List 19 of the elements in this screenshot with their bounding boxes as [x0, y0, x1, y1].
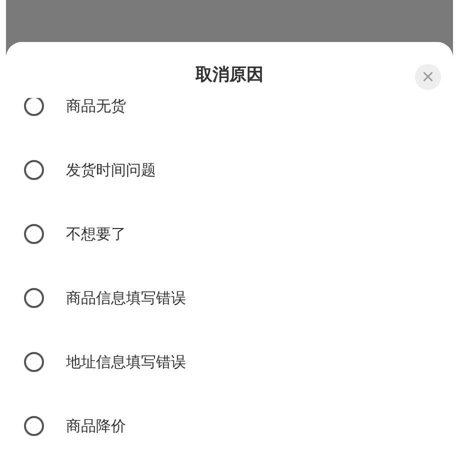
radio-button[interactable]	[24, 160, 44, 180]
reason-option[interactable]: 不想要了	[6, 202, 453, 266]
reason-label: 商品无货	[66, 96, 126, 116]
reason-option[interactable]: 地址信息填写错误	[6, 330, 453, 394]
radio-button[interactable]	[24, 288, 44, 308]
reason-option[interactable]: 商品降价	[6, 394, 453, 458]
reason-option[interactable]: 发货时间问题	[6, 138, 453, 202]
reason-label: 不想要了	[66, 224, 126, 244]
radio-button[interactable]	[24, 416, 44, 436]
reason-option[interactable]: 商品无货	[6, 90, 453, 138]
sheet-title: 取消原因	[196, 64, 264, 86]
reason-label: 商品降价	[66, 416, 126, 436]
radio-button[interactable]	[24, 224, 44, 244]
radio-button[interactable]	[24, 96, 44, 116]
reason-option[interactable]: 商品信息填写错误	[6, 266, 453, 330]
radio-button[interactable]	[24, 352, 44, 372]
reason-label: 商品信息填写错误	[66, 288, 186, 308]
reason-label: 发货时间问题	[66, 160, 156, 180]
reason-label: 地址信息填写错误	[66, 352, 186, 372]
